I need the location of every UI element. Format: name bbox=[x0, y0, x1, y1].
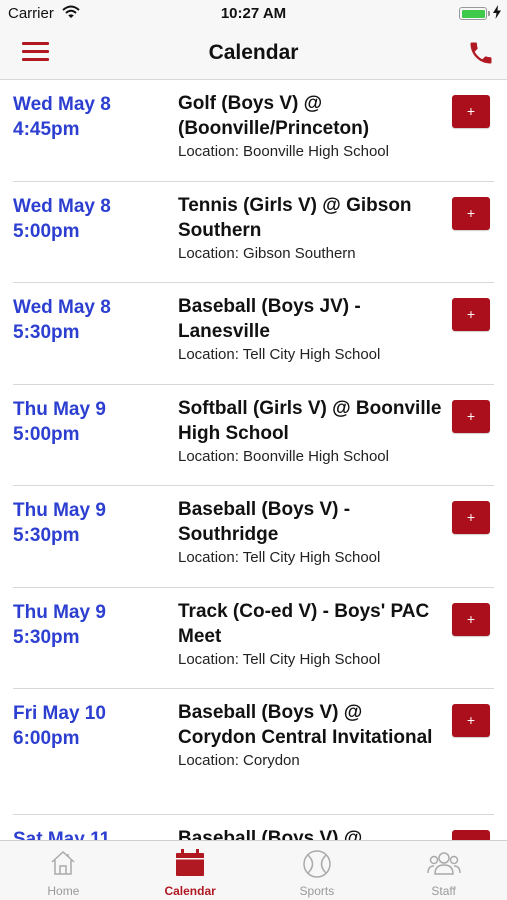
event-location: Location: Tell City High School bbox=[178, 549, 381, 566]
event-row[interactable]: Thu May 9 5:30pm Baseball (Boys V) - Sou… bbox=[13, 486, 494, 588]
tab-label: Home bbox=[47, 884, 80, 898]
event-name: Baseball (Boys V) @ bbox=[178, 828, 363, 840]
event-day: Thu May 9 bbox=[13, 602, 106, 623]
event-row[interactable]: Sat May 11 Baseball (Boys V) @ + bbox=[13, 815, 494, 840]
event-date: Wed May 8 4:45pm bbox=[13, 92, 111, 142]
event-time: 5:30pm bbox=[13, 322, 80, 343]
charging-bolt-icon bbox=[493, 5, 501, 24]
event-info: Softball (Girls V) @ Boonville High Scho… bbox=[178, 397, 443, 467]
event-time: 5:30pm bbox=[13, 627, 80, 648]
event-name: Golf (Boys V) @ (Boonville/Princeton) bbox=[178, 93, 370, 139]
event-day: Wed May 8 bbox=[13, 196, 111, 217]
event-time: 5:00pm bbox=[13, 424, 80, 445]
tab-sports[interactable]: Sports bbox=[254, 841, 381, 900]
event-day: Wed May 8 bbox=[13, 94, 111, 115]
event-row[interactable]: Wed May 8 4:45pm Golf (Boys V) @ (Boonvi… bbox=[13, 80, 494, 182]
event-info: Baseball (Boys V) - Southridge Location:… bbox=[178, 498, 443, 568]
event-date: Sat May 11 bbox=[13, 827, 110, 840]
event-location: Location: Boonville High School bbox=[178, 448, 389, 465]
event-location: Location: Tell City High School bbox=[178, 346, 381, 363]
tab-calendar[interactable]: Calendar bbox=[127, 841, 254, 900]
tab-label: Sports bbox=[299, 884, 335, 898]
event-date: Wed May 8 5:30pm bbox=[13, 295, 111, 345]
event-row[interactable]: Wed May 8 5:00pm Tennis (Girls V) @ Gibs… bbox=[13, 182, 494, 283]
tab-bar: Home Calendar Sports Staff bbox=[0, 840, 507, 900]
home-icon bbox=[49, 849, 77, 882]
staff-icon bbox=[426, 849, 461, 882]
add-to-calendar-button[interactable]: + bbox=[452, 197, 490, 230]
clock: 10:27 AM bbox=[220, 5, 287, 22]
tab-label: Calendar bbox=[164, 884, 216, 898]
event-name: Track (Co-ed V) - Boys' PAC Meet bbox=[178, 601, 430, 647]
event-row[interactable]: Thu May 9 5:00pm Softball (Girls V) @ Bo… bbox=[13, 385, 494, 486]
event-info: Baseball (Boys JV) - Lanesville Location… bbox=[178, 295, 443, 365]
phone-icon[interactable] bbox=[467, 38, 495, 73]
battery-icon bbox=[459, 7, 487, 20]
event-date: Thu May 9 5:30pm bbox=[13, 600, 106, 650]
event-info: Baseball (Boys V) @ Corydon Central Invi… bbox=[178, 701, 443, 771]
event-info: Baseball (Boys V) @ bbox=[178, 827, 443, 840]
event-time: 5:30pm bbox=[13, 525, 80, 546]
event-date: Fri May 10 6:00pm bbox=[13, 701, 106, 751]
event-time: 4:45pm bbox=[13, 119, 80, 140]
event-day: Wed May 8 bbox=[13, 297, 111, 318]
event-location: Location: Boonville High School bbox=[178, 143, 389, 160]
event-day: Sat May 11 bbox=[13, 829, 111, 840]
calendar-icon bbox=[175, 849, 205, 882]
event-date: Thu May 9 5:00pm bbox=[13, 397, 106, 447]
event-time: 5:00pm bbox=[13, 221, 80, 242]
event-name: Softball (Girls V) @ Boonville High Scho… bbox=[178, 398, 442, 444]
event-time: 6:00pm bbox=[13, 728, 80, 749]
event-row[interactable]: Thu May 9 5:30pm Track (Co-ed V) - Boys'… bbox=[13, 588, 494, 689]
event-name: Tennis (Girls V) @ Gibson Southern bbox=[178, 195, 412, 241]
event-row[interactable]: Fri May 10 6:00pm Baseball (Boys V) @ Co… bbox=[13, 689, 494, 815]
event-info: Tennis (Girls V) @ Gibson Southern Locat… bbox=[178, 194, 443, 264]
sports-ball-icon bbox=[302, 849, 332, 884]
event-location: Location: Tell City High School bbox=[178, 651, 381, 668]
event-name: Baseball (Boys V) - Southridge bbox=[178, 499, 351, 545]
event-location: Location: Gibson Southern bbox=[178, 245, 356, 262]
add-to-calendar-button[interactable]: + bbox=[452, 400, 490, 433]
event-name: Baseball (Boys V) @ Corydon Central Invi… bbox=[178, 702, 433, 748]
add-to-calendar-button[interactable]: + bbox=[452, 830, 490, 840]
event-name: Baseball (Boys JV) - Lanesville bbox=[178, 296, 361, 342]
page-title: Calendar bbox=[208, 41, 299, 64]
nav-bar: Calendar bbox=[0, 28, 507, 80]
event-date: Thu May 9 5:30pm bbox=[13, 498, 106, 548]
add-to-calendar-button[interactable]: + bbox=[452, 603, 490, 636]
event-day: Fri May 10 bbox=[13, 703, 106, 724]
event-row[interactable]: Wed May 8 5:30pm Baseball (Boys JV) - La… bbox=[13, 283, 494, 385]
event-day: Thu May 9 bbox=[13, 500, 106, 521]
status-bar: Carrier 10:27 AM bbox=[0, 0, 507, 28]
tab-home[interactable]: Home bbox=[0, 841, 127, 900]
event-list[interactable]: Wed May 8 4:45pm Golf (Boys V) @ (Boonvi… bbox=[0, 80, 507, 840]
tab-staff[interactable]: Staff bbox=[380, 841, 507, 900]
event-info: Golf (Boys V) @ (Boonville/Princeton) Lo… bbox=[178, 92, 443, 162]
battery-tip bbox=[488, 11, 490, 16]
event-day: Thu May 9 bbox=[13, 399, 106, 420]
add-to-calendar-button[interactable]: + bbox=[452, 704, 490, 737]
add-to-calendar-button[interactable]: + bbox=[452, 298, 490, 331]
event-info: Track (Co-ed V) - Boys' PAC Meet Locatio… bbox=[178, 600, 443, 670]
event-location: Location: Corydon bbox=[178, 752, 300, 769]
tab-label: Staff bbox=[431, 884, 456, 898]
add-to-calendar-button[interactable]: + bbox=[452, 95, 490, 128]
event-date: Wed May 8 5:00pm bbox=[13, 194, 111, 244]
add-to-calendar-button[interactable]: + bbox=[452, 501, 490, 534]
